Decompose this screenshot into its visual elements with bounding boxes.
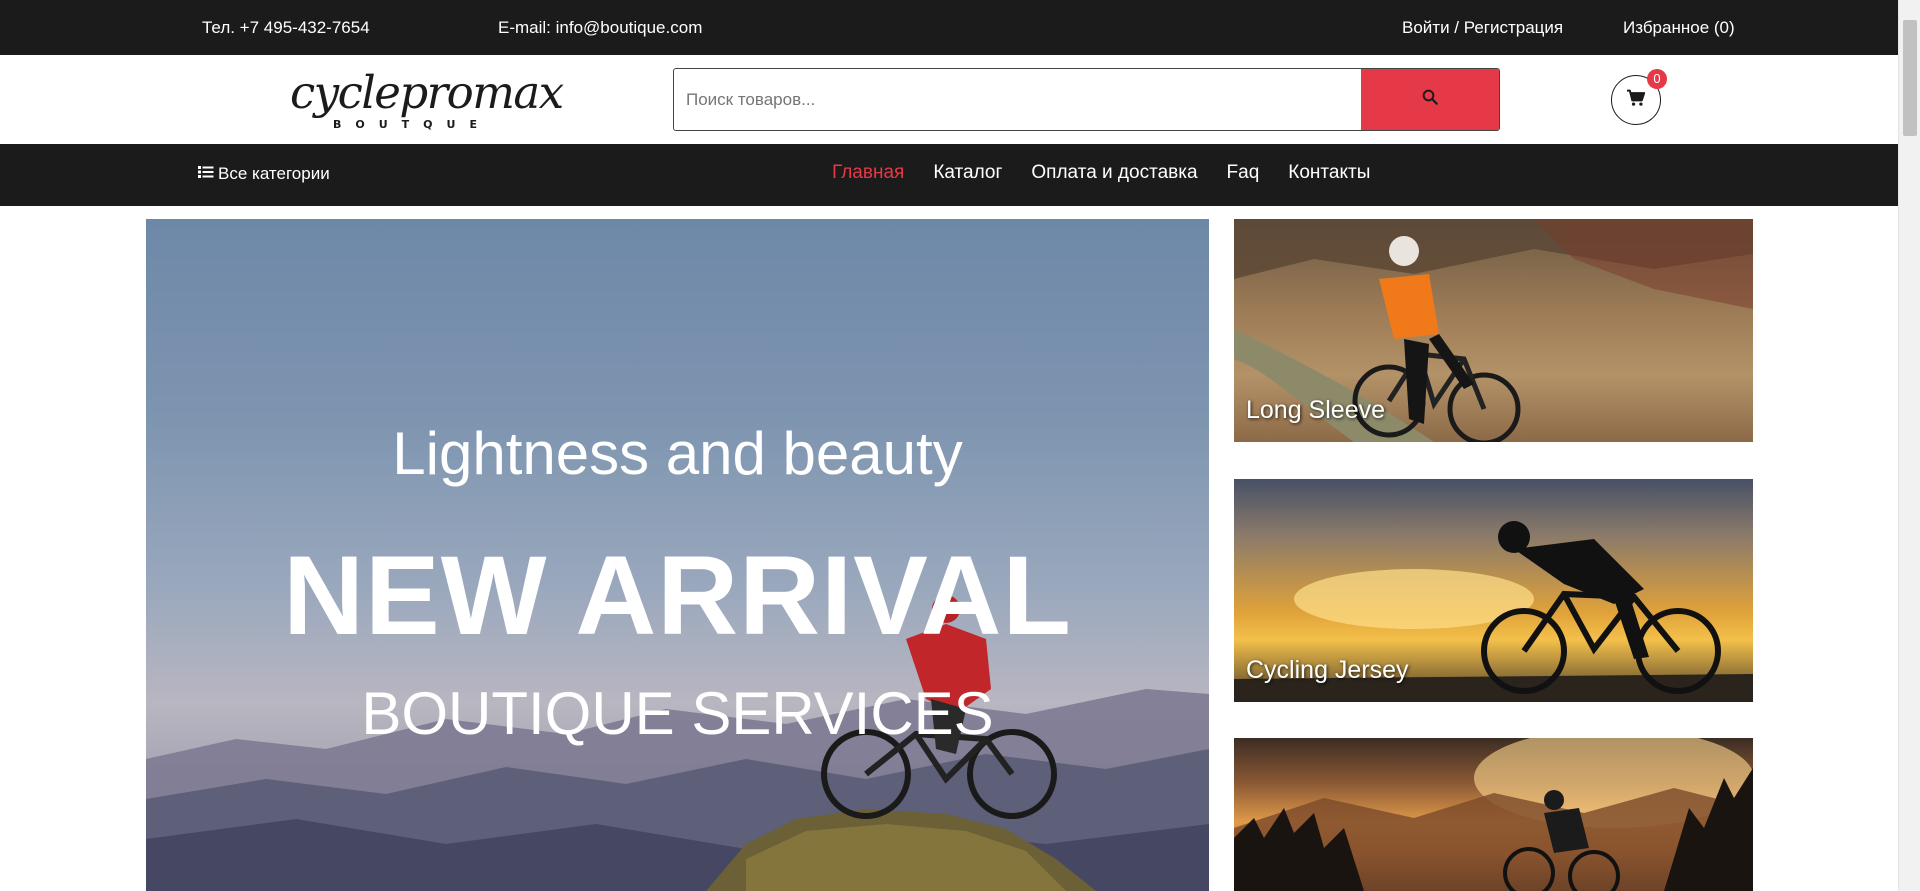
logo[interactable]: cyclepromax BOUTQUE: [290, 67, 564, 135]
nav-link-payment-delivery[interactable]: Оплата и доставка: [1031, 162, 1197, 184]
login-register-link[interactable]: Войти / Регистрация: [1402, 18, 1563, 38]
mountain-cycling-image: [1234, 738, 1753, 891]
all-categories-button[interactable]: Все категории: [198, 164, 330, 184]
main-nav: Все категории Главная Каталог Оплата и д…: [0, 144, 1898, 206]
cart-count-badge: 0: [1647, 69, 1667, 89]
hero-subheadline: BOUTIQUE SERVICES: [361, 680, 994, 747]
category-tile-long-sleeve[interactable]: Long Sleeve: [1234, 219, 1753, 442]
email-text: E-mail: info@boutique.com: [498, 18, 703, 37]
nav-link-faq[interactable]: Faq: [1227, 162, 1260, 184]
hero-banner[interactable]: Lightness and beauty NEW ARRIVAL BOUTIQU…: [146, 219, 1209, 891]
all-categories-label: Все категории: [218, 164, 330, 183]
scrollbar-thumb[interactable]: [1903, 20, 1917, 136]
search-input[interactable]: [674, 69, 1362, 130]
tile-caption-long-sleeve: Long Sleeve: [1246, 396, 1386, 424]
list-icon: [198, 164, 214, 184]
tile-caption-cycling-jersey: Cycling Jersey: [1246, 656, 1409, 684]
phone-text: Тел. +7 495-432-7654: [202, 18, 370, 37]
search-button[interactable]: [1361, 69, 1499, 130]
nav-links: Главная Каталог Оплата и доставка Faq Ко…: [832, 162, 1370, 184]
top-bar: Тел. +7 495-432-7654 E-mail: info@boutiq…: [0, 0, 1898, 55]
page: Тел. +7 495-432-7654 E-mail: info@boutiq…: [0, 0, 1920, 891]
category-tile-third[interactable]: [1234, 738, 1753, 891]
category-tile-cycling-jersey[interactable]: Cycling Jersey: [1234, 479, 1753, 702]
favorites-link[interactable]: Избранное (0): [1623, 18, 1735, 38]
logo-sub-text: BOUTQUE: [333, 118, 491, 131]
nav-link-home[interactable]: Главная: [832, 162, 904, 184]
page-scrollbar[interactable]: [1898, 0, 1920, 891]
hero-tagline: Lightness and beauty: [392, 420, 963, 487]
header: cyclepromax BOUTQUE Поиск товаров... 0: [0, 55, 1898, 144]
hero-headline: NEW ARRIVAL: [283, 533, 1072, 658]
cart-icon: [1626, 89, 1646, 112]
search-bar: [673, 68, 1500, 131]
logo-main-text: cyclepromax: [290, 66, 564, 119]
nav-link-contacts[interactable]: Контакты: [1288, 162, 1370, 184]
nav-link-catalog[interactable]: Каталог: [933, 162, 1002, 184]
search-icon: [1421, 88, 1439, 111]
